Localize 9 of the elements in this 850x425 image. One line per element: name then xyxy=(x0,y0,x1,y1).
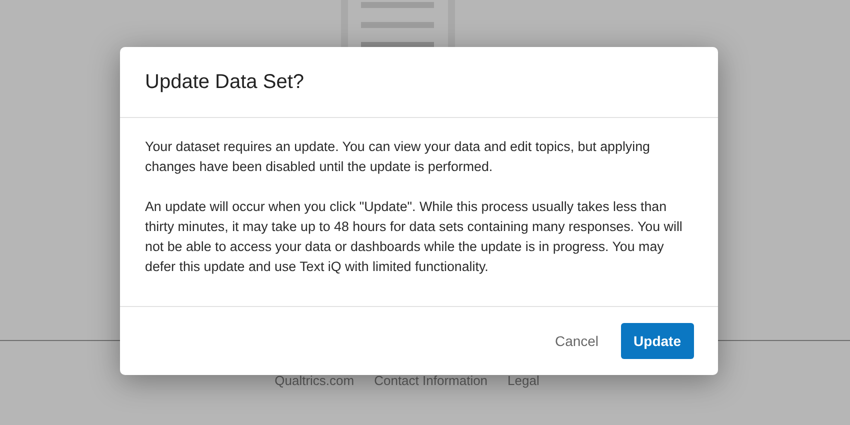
dialog-message: An update will occur when you click "Update". While this process usually takes less than thirty minutes, it may take up to 48 hours for data sets containing many responses. You will not be able to access your data or dashboards while the update is in progress. You may defer this update and use Text iQ with limited functionality. xyxy=(145,198,684,276)
cancel-button[interactable]: Cancel xyxy=(552,323,601,359)
footer-link[interactable]: Qualtrics.com xyxy=(274,373,354,388)
dialog-title: Update Data Set? xyxy=(145,70,304,94)
footer-link[interactable]: Legal xyxy=(508,373,540,388)
update-button[interactable]: Update xyxy=(620,323,694,359)
dialog-message: Your dataset requires an update. You can view your data and edit topics, but applying changes have been disabled until the update is performed. xyxy=(145,138,651,176)
document-icon xyxy=(341,0,455,48)
footer-link[interactable]: Contact Information xyxy=(374,373,488,388)
